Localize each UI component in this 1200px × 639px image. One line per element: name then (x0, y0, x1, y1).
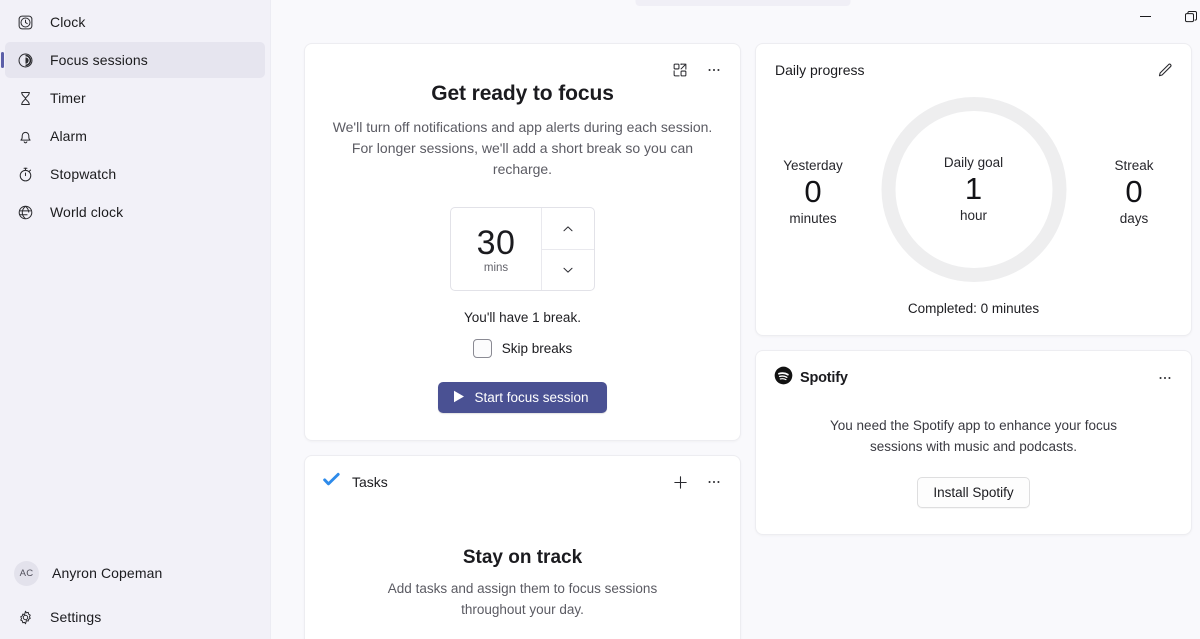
spotify-logo-icon (774, 366, 793, 390)
duration-input[interactable]: 30 mins (451, 208, 541, 290)
sidebar-item-label: World clock (50, 204, 124, 220)
yesterday-value: 0 (804, 174, 822, 209)
window-controls (1122, 0, 1200, 33)
streak-value: 0 (1125, 174, 1143, 209)
focus-card-actions (666, 56, 728, 84)
tasks-empty-description: Add tasks and assign them to focus sessi… (387, 581, 658, 617)
streak-unit: days (1119, 211, 1149, 226)
start-button-label: Start focus session (474, 390, 589, 405)
account-button[interactable]: AC Anyron Copeman (5, 553, 265, 593)
more-options-icon[interactable] (700, 56, 728, 84)
install-spotify-button[interactable]: Install Spotify (917, 477, 1030, 508)
minimize-button[interactable] (1122, 0, 1168, 33)
nav-list: Clock Focus sessions Timer Alarm Stopwat… (0, 4, 270, 230)
gear-icon (17, 609, 34, 626)
daily-goal-value: 1 (964, 171, 983, 206)
yesterday-label: Yesterday (783, 158, 843, 173)
play-icon (453, 390, 465, 406)
yesterday-stat: Yesterday 0 minutes (758, 158, 868, 226)
duration-stepper: 30 mins (450, 207, 595, 291)
daily-progress-title: Daily progress (775, 62, 865, 78)
sidebar-item-label: Alarm (50, 128, 88, 144)
settings-label: Settings (50, 609, 102, 625)
yesterday-unit: minutes (789, 211, 837, 226)
clock-icon (17, 14, 34, 31)
bell-icon (17, 128, 34, 145)
pop-out-icon[interactable] (666, 56, 694, 84)
sidebar-footer: AC Anyron Copeman Settings (0, 553, 270, 639)
stepper-buttons (541, 208, 594, 290)
daily-goal-unit: hour (959, 208, 988, 223)
sidebar-item-focus-sessions[interactable]: Focus sessions (1, 42, 265, 78)
sidebar-item-label: Clock (50, 14, 86, 30)
focus-sessions-icon (17, 52, 34, 69)
skip-breaks-label: Skip breaks (501, 341, 573, 356)
skip-breaks-checkbox-row[interactable]: Skip breaks (305, 339, 740, 358)
globe-icon (17, 204, 34, 221)
main-content: Get ready to focus We'll turn off notifi… (271, 0, 1200, 639)
daily-goal-label: Daily goal (943, 155, 1004, 170)
spotify-header: Spotify (756, 365, 1191, 391)
pencil-icon[interactable] (1151, 56, 1179, 84)
duration-unit: mins (483, 261, 509, 274)
break-info-text: You'll have 1 break. (464, 310, 581, 325)
focus-description: We'll turn off notifications and app ale… (332, 119, 713, 177)
spotify-card: Spotify You need the Spotify app to enha… (755, 350, 1192, 535)
increase-duration-button[interactable] (542, 208, 594, 249)
duration-spinner-wrap: 30 mins (305, 207, 740, 291)
skip-breaks-checkbox[interactable] (472, 339, 492, 358)
sidebar-item-label: Timer (50, 90, 86, 106)
right-column: Daily progress Yesterday 0 minutes Daily… (755, 43, 1192, 535)
navigation-sidebar: Clock Focus sessions Timer Alarm Stopwat… (0, 0, 271, 639)
add-task-icon[interactable] (666, 468, 694, 496)
sidebar-item-timer[interactable]: Timer (5, 80, 265, 116)
tasks-card: Tasks Stay on track Add tasks and assign… (304, 455, 741, 639)
clock-app-window: Clock Focus sessions Timer Alarm Stopwat… (0, 0, 1200, 639)
tasks-more-options-icon[interactable] (700, 468, 728, 496)
tasks-empty-title: Stay on track (462, 547, 583, 568)
sidebar-item-label: Focus sessions (50, 52, 148, 68)
daily-progress-body: Yesterday 0 minutes Daily goal 1 hour St… (756, 89, 1191, 297)
left-column: Get ready to focus We'll turn off notifi… (304, 43, 741, 639)
microsoft-todo-check-icon (322, 470, 341, 494)
spotify-more-options-icon[interactable] (1151, 364, 1179, 392)
sidebar-item-world-clock[interactable]: World clock (5, 194, 265, 230)
selection-indicator (1, 52, 4, 68)
tasks-card-actions (666, 468, 728, 496)
streak-stat: Streak 0 days (1079, 158, 1189, 226)
focus-session-card: Get ready to focus We'll turn off notifi… (304, 43, 741, 441)
decrease-duration-button[interactable] (542, 249, 594, 290)
daily-progress-header: Daily progress (756, 57, 1191, 83)
start-focus-session-button[interactable]: Start focus session (438, 382, 607, 413)
daily-progress-card: Daily progress Yesterday 0 minutes Daily… (755, 43, 1192, 336)
account-name: Anyron Copeman (52, 565, 163, 581)
daily-goal-stat: Daily goal 1 hour (899, 155, 1049, 223)
avatar: AC (14, 560, 39, 586)
stopwatch-icon (17, 166, 34, 183)
duration-value: 30 (476, 223, 516, 262)
sidebar-item-clock[interactable]: Clock (5, 4, 265, 40)
spotify-name: Spotify (800, 370, 848, 386)
sidebar-item-alarm[interactable]: Alarm (5, 118, 265, 154)
titlebar-drag-region[interactable] (635, 0, 850, 6)
sidebar-item-label: Stopwatch (50, 166, 117, 182)
start-button-row: Start focus session (305, 382, 740, 413)
completed-text: Completed: 0 minutes (907, 301, 1040, 316)
spotify-button-row: Install Spotify (756, 477, 1191, 508)
restore-button[interactable] (1168, 0, 1200, 33)
spotify-message: You need the Spotify app to enhance your… (830, 418, 1117, 454)
streak-label: Streak (1114, 158, 1154, 173)
sidebar-item-stopwatch[interactable]: Stopwatch (5, 156, 265, 192)
tasks-title: Tasks (352, 474, 388, 490)
hourglass-icon (17, 90, 34, 107)
sidebar-item-settings[interactable]: Settings (5, 599, 265, 635)
focus-title: Get ready to focus (431, 82, 614, 105)
